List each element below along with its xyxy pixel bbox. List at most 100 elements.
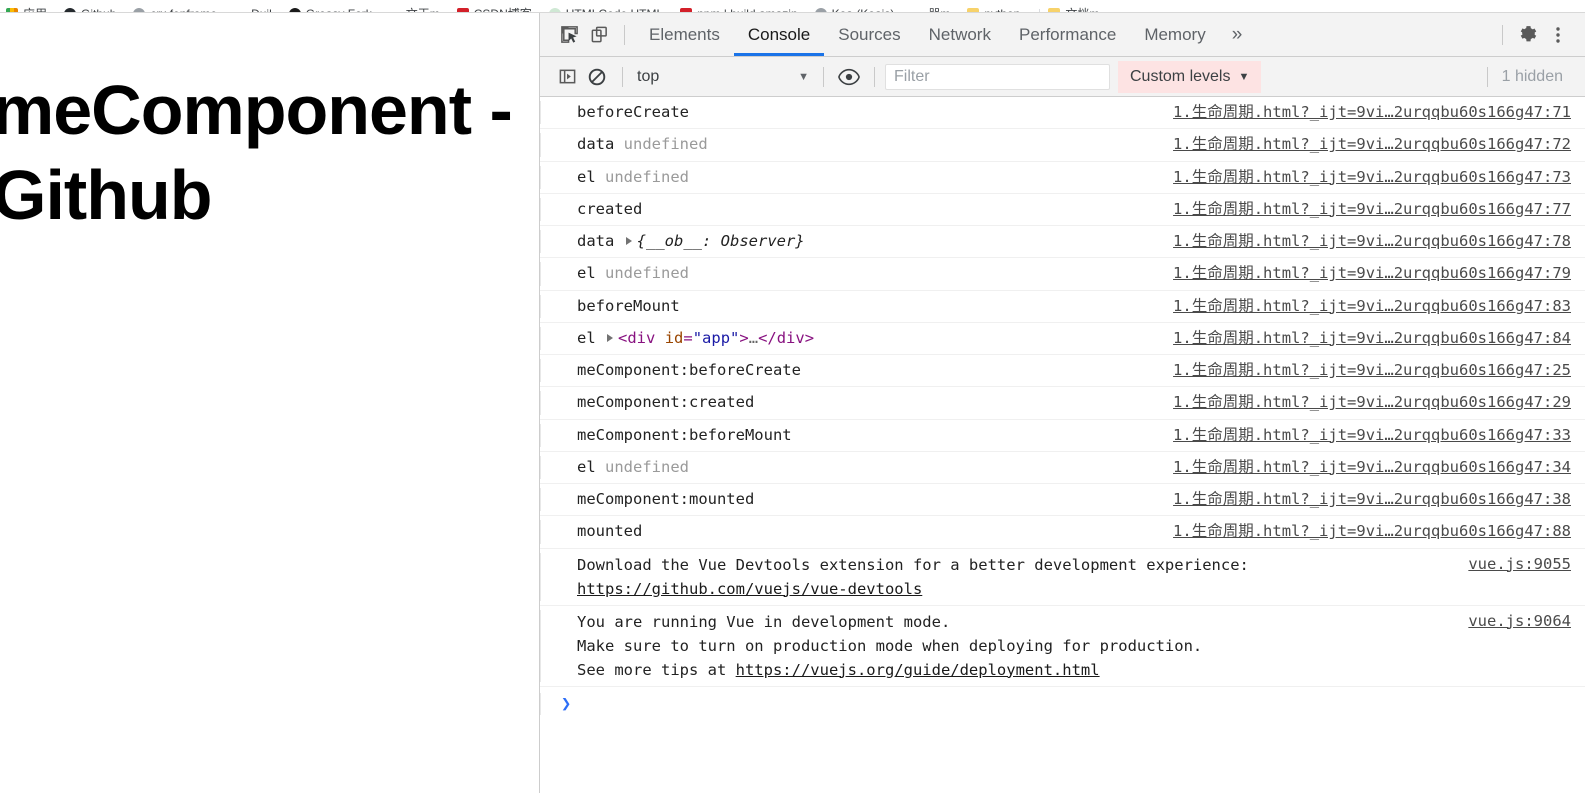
chevron-down-icon: ▼ <box>1238 70 1250 83</box>
message-text: beforeMount <box>577 296 680 315</box>
chevron-down-icon: ▼ <box>798 70 809 83</box>
tabbar-divider-right <box>1502 24 1503 45</box>
kebab-menu-icon[interactable] <box>1543 21 1573 49</box>
expand-triangle-icon[interactable] <box>607 333 614 342</box>
message-text: el undefined <box>561 166 1163 189</box>
console-message-row[interactable]: el undefined 1.生命周期.html?_ijt=9vi…2urqqb… <box>540 161 1585 194</box>
console-message-row[interactable]: meComponent:created 1.生命周期.html?_ijt=9vi… <box>540 387 1585 420</box>
console-message-row[interactable]: meComponent:mounted 1.生命周期.html?_ijt=9vi… <box>540 484 1585 517</box>
live-expression-icon[interactable] <box>834 63 864 91</box>
message-object-preview[interactable]: {__ob__: Observer} <box>637 232 805 250</box>
message-source-link[interactable]: 1.生命周期.html?_ijt=9vi…2urqqbu60s166g47:84 <box>1163 327 1585 350</box>
message-source-link[interactable]: 1.生命周期.html?_ijt=9vi…2urqqbu60s166g47:25 <box>1163 359 1585 382</box>
message-source-link[interactable]: 1.生命周期.html?_ijt=9vi…2urqqbu60s166g47:71 <box>1163 101 1585 124</box>
message-text: created <box>577 199 643 218</box>
tab-memory[interactable]: Memory <box>1130 13 1219 56</box>
filterbar-divider-4 <box>1486 66 1488 87</box>
message-source-link[interactable]: 1.生命周期.html?_ijt=9vi…2urqqbu60s166g47:88 <box>1163 520 1585 543</box>
message-source-link[interactable]: 1.生命周期.html?_ijt=9vi…2urqqbu60s166g47:78 <box>1163 230 1585 253</box>
console-prompt[interactable]: ❯ <box>540 686 1585 721</box>
message-value: undefined <box>605 457 690 476</box>
tab-network[interactable]: Network <box>915 13 1005 56</box>
inspect-element-icon[interactable] <box>554 21 584 49</box>
message-value: undefined <box>605 167 690 186</box>
console-message-row[interactable]: el <div id="app">…</div> 1.生命周期.html?_ij… <box>540 322 1585 355</box>
message-text: data undefined <box>561 133 1163 156</box>
clear-console-icon[interactable] <box>582 63 612 91</box>
message-text: el <div id="app">…</div> <box>577 328 815 347</box>
tab-sources[interactable]: Sources <box>824 13 914 56</box>
message-value: undefined <box>623 135 708 154</box>
message-source-link[interactable]: 1.生命周期.html?_ijt=9vi…2urqqbu60s166g47:38 <box>1163 488 1585 511</box>
gear-icon[interactable] <box>1513 21 1543 49</box>
console-prompt-input[interactable] <box>571 693 1585 713</box>
devtools-tabbar-actions <box>1492 21 1579 49</box>
vue-deployment-link[interactable]: https://vuejs.org/guide/deployment.html <box>736 661 1100 679</box>
device-toolbar-icon[interactable] <box>584 21 614 49</box>
message-gutter <box>540 455 561 479</box>
more-tabs-icon[interactable]: » <box>1220 13 1255 56</box>
console-message-row[interactable]: meComponent:beforeCreate 1.生命周期.html?_ij… <box>540 355 1585 388</box>
message-source-link[interactable]: vue.js:9055 <box>1458 553 1585 576</box>
message-text: You are running Vue in development mode.… <box>561 610 1458 682</box>
console-filter-input[interactable] <box>885 63 1110 90</box>
hidden-messages-label: 1 hidden <box>1501 67 1563 85</box>
message-source-link[interactable]: vue.js:9064 <box>1458 610 1585 633</box>
message-text: Download the Vue Devtools extension for … <box>561 553 1458 601</box>
console-message-row[interactable]: created 1.生命周期.html?_ijt=9vi…2urqqbu60s1… <box>540 193 1585 226</box>
message-gutter <box>540 133 561 157</box>
message-source-link[interactable]: 1.生命周期.html?_ijt=9vi…2urqqbu60s166g47:79 <box>1163 262 1585 285</box>
console-message-row[interactable]: data undefined 1.生命周期.html?_ijt=9vi…2urq… <box>540 129 1585 162</box>
message-label: el <box>577 167 596 186</box>
message-source-link[interactable]: 1.生命周期.html?_ijt=9vi…2urqqbu60s166g47:33 <box>1163 424 1585 447</box>
console-message-row[interactable]: el undefined 1.生命周期.html?_ijt=9vi…2urqqb… <box>540 451 1585 484</box>
message-gutter <box>540 230 561 254</box>
message-gutter <box>540 423 561 447</box>
message-text: data {__ob__: Observer} <box>561 230 1163 253</box>
message-text: el undefined <box>561 456 1163 479</box>
tab-elements[interactable]: Elements <box>635 13 734 56</box>
message-label: data <box>577 232 615 250</box>
message-source-link[interactable]: 1.生命周期.html?_ijt=9vi…2urqqbu60s166g47:83 <box>1163 295 1585 318</box>
message-label: el <box>577 328 596 347</box>
message-source-link[interactable]: 1.生命周期.html?_ijt=9vi…2urqqbu60s166g47:34 <box>1163 456 1585 479</box>
prompt-arrow-icon: ❯ <box>561 693 572 714</box>
console-sidebar-icon[interactable] <box>552 63 582 91</box>
message-gutter <box>540 359 561 383</box>
console-message-row[interactable]: mounted 1.生命周期.html?_ijt=9vi…2urqqbu60s1… <box>540 516 1585 549</box>
console-context-selector[interactable]: top ▼ <box>633 68 813 86</box>
devtools-panel: Elements Console Sources Network Perform… <box>539 13 1585 793</box>
message-gutter <box>540 262 561 286</box>
message-label: el <box>577 457 596 476</box>
expand-triangle-icon[interactable] <box>625 237 632 245</box>
message-text: meComponent:beforeMount <box>577 425 792 444</box>
message-text: meComponent:beforeCreate <box>577 361 801 379</box>
console-log-levels-selector[interactable]: Custom levels ▼ <box>1118 60 1262 93</box>
console-message-row-vue-devmode[interactable]: You are running Vue in development mode.… <box>540 605 1585 687</box>
console-message-list[interactable]: beforeCreate 1.生命周期.html?_ijt=9vi…2urqqb… <box>540 97 1585 793</box>
log-levels-label: Custom levels <box>1130 67 1231 85</box>
console-message-row-vue-devtools[interactable]: Download the Vue Devtools extension for … <box>540 548 1585 606</box>
devtools-tabbar: Elements Console Sources Network Perform… <box>540 13 1585 57</box>
console-message-row[interactable]: el undefined 1.生命周期.html?_ijt=9vi…2urqqb… <box>540 258 1585 291</box>
console-filter-bar: top ▼ Custom levels ▼ 1 hidden <box>540 57 1585 97</box>
message-label: data <box>577 135 615 154</box>
vue-devtools-link[interactable]: https://github.com/vuejs/vue-devtools <box>577 580 922 598</box>
console-message-row[interactable]: meComponent:beforeMount 1.生命周期.html?_ijt… <box>540 419 1585 452</box>
message-source-link[interactable]: 1.生命周期.html?_ijt=9vi…2urqqbu60s166g47:72 <box>1163 133 1585 156</box>
tab-performance[interactable]: Performance <box>1005 13 1130 56</box>
hidden-messages-count: 1 hidden <box>1477 66 1577 87</box>
message-source-link[interactable]: 1.生命周期.html?_ijt=9vi…2urqqbu60s166g47:29 <box>1163 391 1585 414</box>
message-text: mounted <box>577 522 643 541</box>
tab-console[interactable]: Console <box>734 13 824 56</box>
message-gutter <box>540 488 561 512</box>
message-text: el undefined <box>561 262 1163 285</box>
message-gutter <box>540 165 561 189</box>
tabbar-divider <box>624 24 625 45</box>
message-source-link[interactable]: 1.生命周期.html?_ijt=9vi…2urqqbu60s166g47:73 <box>1163 166 1585 189</box>
console-message-row[interactable]: data {__ob__: Observer} 1.生命周期.html?_ijt… <box>540 226 1585 259</box>
console-message-row[interactable]: beforeMount 1.生命周期.html?_ijt=9vi…2urqqbu… <box>540 290 1585 323</box>
message-source-link[interactable]: 1.生命周期.html?_ijt=9vi…2urqqbu60s166g47:77 <box>1163 198 1585 221</box>
message-text: meComponent:created <box>577 393 755 412</box>
console-message-row[interactable]: beforeCreate 1.生命周期.html?_ijt=9vi…2urqqb… <box>540 97 1585 130</box>
